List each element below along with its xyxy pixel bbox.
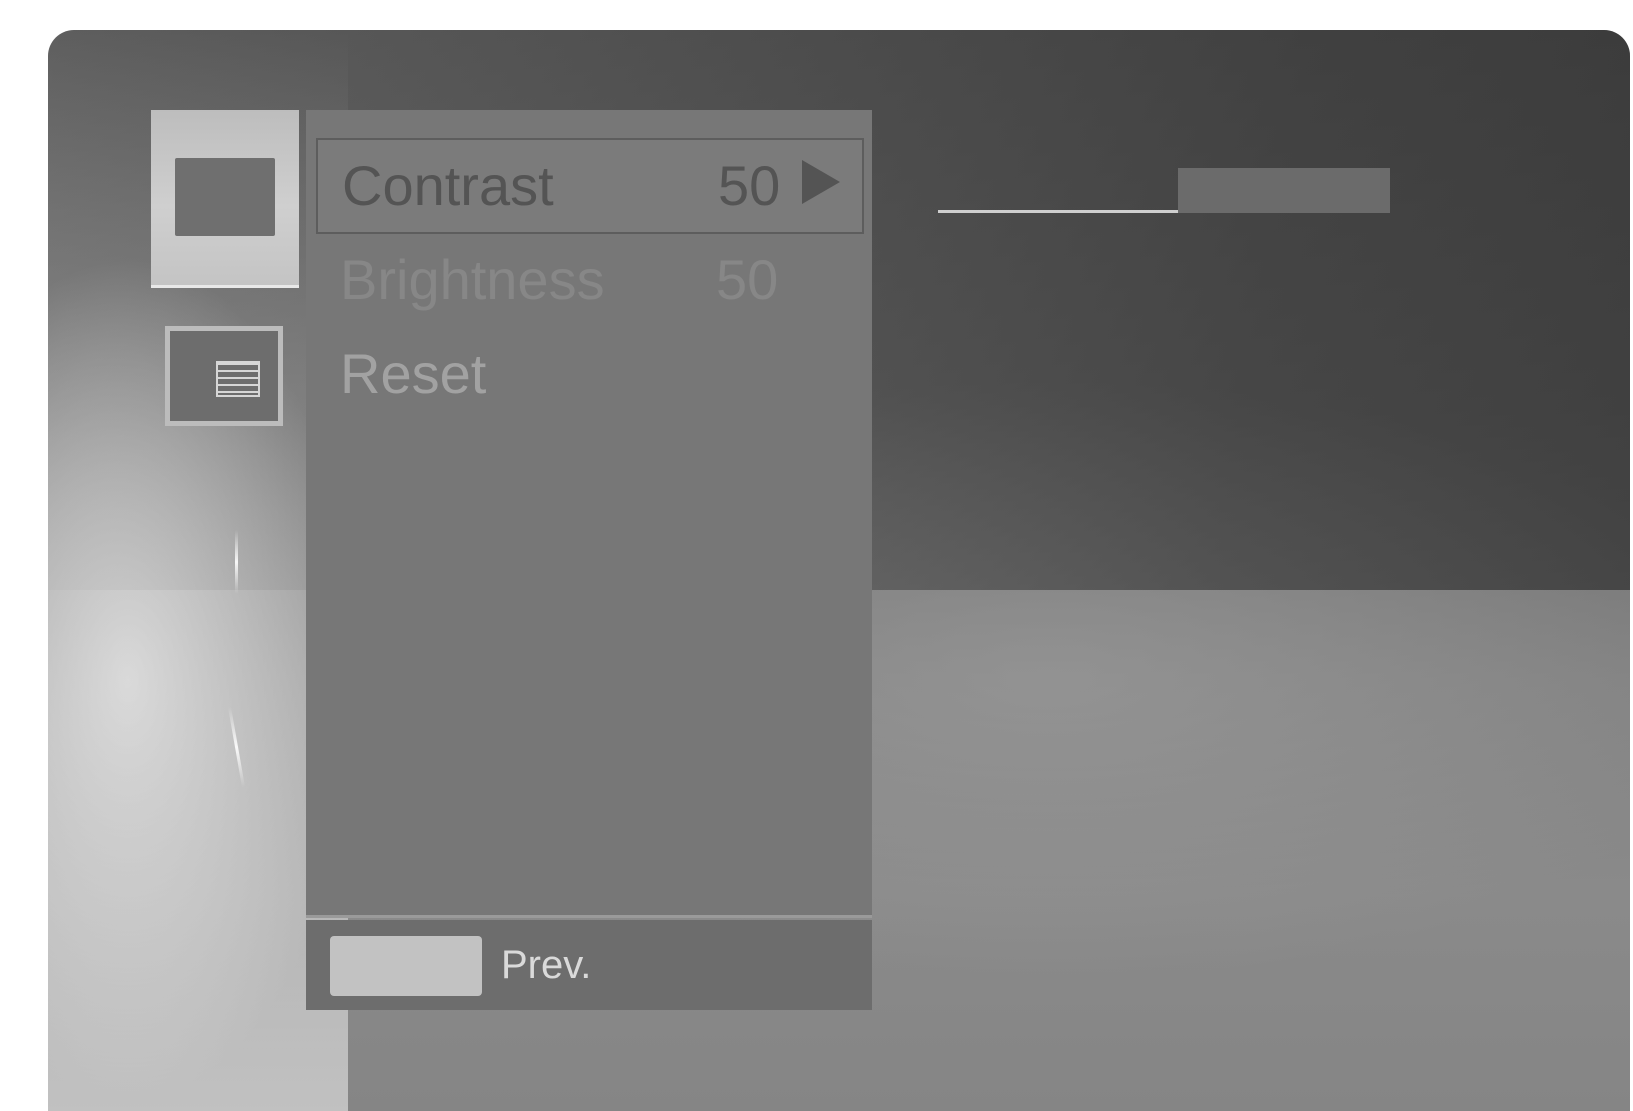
menu-item-brightness[interactable]: Brightness 50 (316, 234, 864, 330)
picture-category-tab[interactable] (151, 110, 299, 288)
menu-footer: Prev. (306, 920, 872, 1010)
menu-key-button[interactable] (330, 936, 482, 996)
menu-item-label: Reset (340, 342, 487, 405)
menu-item-label: Contrast (342, 154, 554, 217)
category-marker (235, 530, 238, 594)
menu-item-value: 50 (716, 248, 779, 311)
option-category-tab[interactable] (165, 326, 283, 426)
menu-panel: Contrast 50 Brightness 50 Reset (306, 110, 872, 916)
menu-item-label: Brightness (340, 248, 605, 311)
menu-item-value: 50 (718, 154, 781, 217)
adjustment-bar[interactable] (1178, 168, 1390, 213)
footer-divider (306, 915, 872, 918)
option-list-icon (216, 361, 260, 397)
right-arrow-icon (802, 160, 840, 204)
category-marker (227, 706, 246, 788)
menu-item-contrast[interactable]: Contrast 50 (316, 138, 864, 234)
picture-icon (175, 158, 275, 236)
prev-label: Prev. (501, 943, 592, 987)
menu-item-reset[interactable]: Reset (316, 328, 864, 424)
osd-screen: Contrast 50 Brightness 50 Reset Prev. (48, 30, 1630, 1111)
